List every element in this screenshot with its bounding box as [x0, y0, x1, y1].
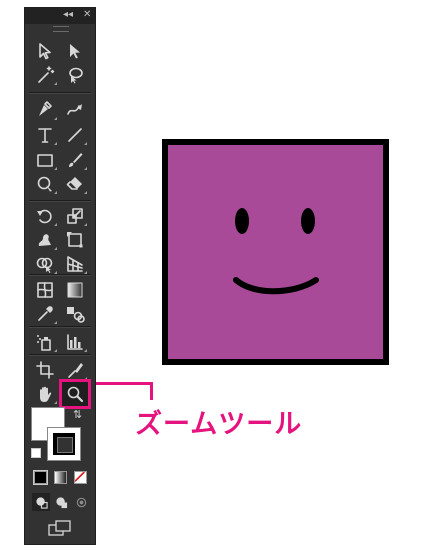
artboard-tool[interactable] — [32, 358, 58, 382]
blend-tool[interactable] — [62, 302, 88, 326]
gradient-mode-button[interactable] — [54, 471, 67, 484]
free-transform-tool[interactable] — [62, 228, 88, 252]
hand-icon — [40, 386, 52, 402]
smiley-square-artwork[interactable] — [162, 139, 389, 365]
default-colors-icon[interactable] — [31, 448, 41, 458]
swap-fill-stroke-icon[interactable]: ⇅ — [73, 408, 82, 421]
lasso-icon — [69, 67, 83, 84]
none-mode-button[interactable] — [74, 471, 87, 484]
slice-tool[interactable] — [62, 358, 88, 382]
divider — [29, 200, 91, 202]
selection-tool[interactable] — [32, 39, 58, 63]
magic-wand-icon — [38, 66, 55, 83]
symbol-sprayer-icon — [37, 335, 51, 351]
rectangle-tool[interactable] — [32, 148, 58, 172]
smiley-face-icon — [233, 208, 319, 295]
callout-line-horizontal — [96, 382, 152, 385]
panel-grip[interactable] — [53, 26, 69, 32]
scale-tool[interactable] — [62, 204, 88, 228]
paintbrush-tool[interactable] — [62, 148, 88, 172]
close-panel-icon[interactable]: ✕ — [83, 9, 91, 21]
eyedropper-icon — [38, 306, 53, 321]
column-graph-tool[interactable] — [62, 330, 88, 354]
divider — [29, 92, 91, 94]
rotate-icon — [37, 209, 52, 224]
type-icon — [38, 128, 52, 143]
blend-icon — [67, 307, 85, 323]
draw-inside-icon — [76, 497, 86, 507]
direct-selection-arrow-icon — [70, 44, 80, 59]
warp-tool[interactable] — [32, 228, 58, 252]
callout-line-vertical — [150, 382, 153, 400]
rectangle-icon — [37, 154, 53, 167]
mesh-icon — [37, 282, 53, 298]
tools-panel: ◂◂ ✕ ⇅ — [24, 7, 96, 545]
slice-icon — [68, 363, 83, 378]
selection-arrow-icon — [39, 43, 51, 60]
screen-mode-button[interactable] — [48, 520, 72, 536]
screen-mode-icon — [48, 520, 71, 536]
hand-tool[interactable] — [32, 382, 58, 406]
column-graph-icon — [67, 334, 83, 350]
eyedropper-tool[interactable] — [32, 302, 58, 326]
perspective-grid-tool[interactable] — [62, 252, 88, 276]
mouth — [233, 277, 319, 295]
draw-inside-button[interactable] — [72, 493, 90, 511]
pen-icon — [39, 101, 52, 116]
pen-tool[interactable] — [32, 98, 58, 122]
divider — [29, 326, 91, 328]
right-eye — [301, 208, 315, 234]
line-icon — [68, 128, 82, 142]
warp-icon — [38, 234, 51, 246]
symbol-sprayer-tool[interactable] — [32, 330, 58, 354]
zoom-tool[interactable] — [59, 379, 91, 409]
shaper-tool[interactable] — [32, 172, 58, 196]
shape-builder-tool[interactable] — [32, 252, 58, 276]
draw-behind-button[interactable] — [52, 493, 70, 511]
none-slash-icon — [75, 472, 85, 482]
eraser-icon — [66, 177, 82, 190]
panel-header: ◂◂ ✕ — [25, 8, 95, 24]
mesh-tool[interactable] — [32, 278, 58, 302]
draw-normal-button[interactable] — [32, 493, 50, 511]
paintbrush-icon — [69, 153, 83, 167]
gradient-tool[interactable] — [62, 278, 88, 302]
shape-builder-icon — [36, 257, 53, 273]
perspective-grid-icon — [67, 256, 83, 272]
callout-label: ズームツール — [135, 409, 303, 440]
scale-icon — [67, 208, 83, 224]
line-segment-tool[interactable] — [62, 123, 88, 147]
draw-behind-icon — [55, 496, 67, 508]
lasso-tool[interactable] — [62, 63, 88, 87]
divider — [29, 274, 91, 276]
shaper-icon — [37, 176, 52, 192]
magic-wand-tool[interactable] — [32, 63, 58, 87]
curvature-tool[interactable] — [62, 98, 88, 122]
collapse-panel-icon[interactable]: ◂◂ — [63, 9, 73, 21]
stroke-color-swatch[interactable] — [47, 427, 81, 461]
color-mode-button[interactable] — [33, 470, 48, 485]
left-eye — [235, 208, 249, 234]
eraser-tool[interactable] — [62, 172, 88, 196]
draw-normal-icon — [35, 496, 48, 509]
zoom-magnifier-icon — [67, 386, 84, 403]
divider — [29, 354, 91, 356]
rotate-tool[interactable] — [32, 204, 58, 228]
curvature-pen-icon — [67, 104, 82, 115]
free-transform-icon — [67, 232, 83, 248]
gradient-icon — [67, 282, 83, 298]
artboard-icon — [36, 361, 54, 379]
type-tool[interactable] — [32, 123, 58, 147]
direct-selection-tool[interactable] — [62, 39, 88, 63]
